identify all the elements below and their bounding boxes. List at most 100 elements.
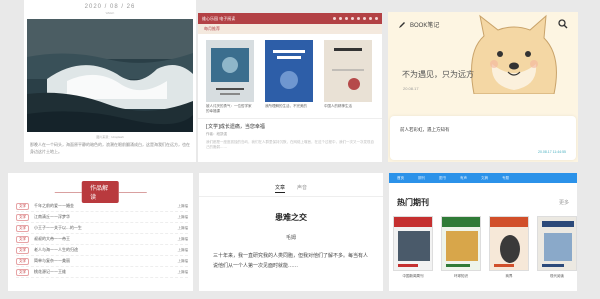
category-tag: 文学 — [16, 202, 29, 210]
brand-title: 维心乐园 电子阅读 — [202, 15, 236, 21]
article-subdate: WEEK — [105, 11, 115, 15]
book-title: 中国人的精神生活 — [324, 104, 352, 108]
list-item[interactable]: 文学 桃花源记——王维 上篇幅 — [16, 267, 188, 278]
article-excerpt: 我们都是一座座孤独的岛屿，我们在人群里保持沉默，在网络上喧嚣，在这个过程中，我们… — [206, 140, 374, 149]
list-item[interactable]: 文学 千年之前的爱——婚金 上篇幅 — [16, 201, 188, 212]
item-link[interactable]: 上篇幅 — [178, 259, 189, 264]
daily-quote: 不为遇见，只为远方 — [402, 70, 474, 79]
article-detail-card: 文章 声音 患难之交 毛姆 三十年来，我一直研究我的人类同胞，但我对他们了解不多… — [199, 173, 383, 291]
magazine-item[interactable]: 现代阅读 — [537, 216, 577, 279]
section-ribbon: 作品解读 — [54, 181, 147, 203]
item-link[interactable]: 上篇幅 — [178, 270, 189, 275]
book-cover — [324, 40, 372, 102]
nav-item[interactable]: 期刊 — [418, 176, 425, 181]
book-item[interactable]: 我所理解的生活，不完美的 — [265, 40, 313, 114]
note-item[interactable]: 前人若彩虹，遇上方知有 20.08.17 11:44:55 — [390, 116, 576, 160]
item-title: 桃花源记——王维 — [34, 269, 66, 274]
article-paragraph: 那晚人在一个码头，海面原平静的暗色的，浪潮在眼前翻涌成白，这是海我们在远方，也在… — [30, 142, 190, 154]
item-link[interactable]: 上篇幅 — [178, 237, 189, 242]
book-cover — [206, 40, 254, 102]
magazine-cover — [537, 216, 577, 271]
article-tabs: 文章 声音 — [199, 184, 383, 193]
item-title: 千年之前的爱——婚金 — [34, 203, 74, 208]
magazine-cover — [393, 216, 433, 271]
article-meta: 作者：段凯强 — [206, 132, 227, 136]
item-link[interactable]: 上篇幅 — [178, 248, 189, 253]
more-link[interactable]: 更多 — [559, 199, 569, 206]
nav-item[interactable]: 图书 — [439, 176, 446, 181]
item-title: 江南清丘——浮梦华 — [34, 214, 70, 219]
app-header: BOOK笔记 — [398, 20, 439, 29]
pen-icon[interactable] — [398, 21, 406, 29]
list-item[interactable]: 文学 小王子——关于以...的一生 上篇幅 — [16, 223, 188, 234]
article-date: 2020 / 08 / 26 — [84, 4, 136, 10]
book-item[interactable]: 被人讨厌的勇气：一位哲学家的幸福课 — [206, 40, 254, 114]
nav-item[interactable]: 有声 — [460, 176, 467, 181]
category-tag: 文学 — [16, 246, 29, 254]
magazine-name: 环球知识 — [454, 274, 468, 278]
magazine-grid: 中国新闻周刊 环球知识 商界 现代阅读 — [389, 208, 577, 279]
app-topbar: 维心乐园 电子阅读 — [198, 13, 382, 24]
item-link[interactable]: 上篇幅 — [178, 226, 189, 231]
tab-article[interactable]: 文章 — [274, 184, 285, 193]
article-title: [文学]成长遗痛，当您幸福 — [206, 124, 265, 130]
article-title: 患难之交 — [275, 213, 307, 222]
book-cover — [265, 40, 313, 102]
magazine-item[interactable]: 商界 — [489, 216, 529, 279]
category-tag: 文学 — [16, 224, 29, 232]
item-title: 简单与复杂——美丽 — [34, 258, 70, 263]
magazine-cover — [441, 216, 481, 271]
book-title: 被人讨厌的勇气：一位哲学家的幸福课 — [206, 104, 252, 113]
wave-article-card[interactable]: 2020 / 08 / 26 WEEK 图片来源：Unsplash 那晚人在一个… — [24, 0, 196, 162]
section-heading: 作品解读 — [82, 181, 119, 203]
item-link[interactable]: 上篇幅 — [178, 215, 189, 220]
works-rows: 文学 千年之前的爱——婚金 上篇幅 文学 江南清丘——浮梦华 上篇幅 文学 小王子——关于… — [16, 201, 188, 278]
list-item[interactable]: 文学 江南清丘——浮梦华 上篇幅 — [16, 212, 188, 223]
tab-recommend[interactable]: 每月推荐 — [198, 24, 382, 34]
book-notes-card: BOOK笔记 不为遇见，只为远方 20.08.17 前人若彩虹，遇上方知有 20… — [388, 12, 578, 162]
article-author: 毛姆 — [285, 235, 296, 241]
magazine-cover — [489, 216, 529, 271]
article-preview[interactable]: [文学]成长遗痛，当您幸福 作者：段凯强 我们都是一座座孤独的岛屿，我们在人群里… — [198, 118, 382, 154]
category-tag: 文学 — [16, 213, 29, 221]
category-tag: 文学 — [16, 235, 29, 243]
top-nav: 首页 期刊 图书 有声 文摘 专题 — [389, 173, 577, 183]
carousel-dots[interactable] — [333, 17, 378, 20]
list-item[interactable]: 文学 叔叔的大帝——帝王 上篇幅 — [16, 234, 188, 245]
item-title: 小王子——关于以...的一生 — [34, 225, 82, 230]
section-title: 热门期刊 — [397, 198, 429, 207]
magazine-name: 商界 — [505, 274, 513, 278]
book-list-card: 维心乐园 电子阅读 每月推荐 被人讨厌的勇气：一位哲学家的幸福课 我所理解的生活… — [198, 13, 382, 162]
item-title: 叔叔的大帝——帝王 — [34, 236, 70, 241]
app-name: BOOK笔记 — [410, 23, 440, 29]
nav-item[interactable]: 文摘 — [481, 176, 488, 181]
tab-audio[interactable]: 声音 — [297, 184, 307, 193]
divider — [199, 196, 383, 197]
magazine-name: 中国新闻周刊 — [402, 274, 424, 278]
periodicals-card: 首页 期刊 图书 有声 文摘 专题 热门期刊 更多 中国新闻周刊 环球知识 商界 — [389, 173, 577, 291]
note-time: 20.08.17 11:44:55 — [538, 150, 566, 154]
magazine-item[interactable]: 环球知识 — [441, 216, 481, 279]
magazine-item[interactable]: 中国新闻周刊 — [393, 216, 433, 279]
note-text: 前人若彩虹，遇上方知有 — [400, 128, 450, 133]
category-tag: 文学 — [16, 268, 29, 276]
book-title: 我所理解的生活，不完美的 — [265, 104, 307, 108]
nav-item[interactable]: 专题 — [502, 176, 509, 181]
shiba-dog-illustration — [471, 14, 557, 94]
item-title: 老人与海——人生的归途 — [34, 247, 78, 252]
wave-image — [27, 19, 193, 132]
search-icon[interactable] — [558, 19, 568, 29]
item-link[interactable]: 上篇幅 — [178, 204, 189, 209]
quote-date: 20.08.17 — [403, 86, 419, 91]
section-header: 热门期刊 更多 — [389, 183, 577, 208]
nav-item[interactable]: 首页 — [397, 176, 404, 181]
category-tag: 文学 — [16, 257, 29, 265]
magazine-name: 现代阅读 — [550, 274, 564, 278]
list-item[interactable]: 文学 简单与复杂——美丽 上篇幅 — [16, 256, 188, 267]
article-body: 三十年来，我一直研究我的人类同胞，但我对他们了解不多。每当有人说他们从一个人第一… — [213, 253, 369, 269]
book-item[interactable]: 中国人的精神生活 — [324, 40, 372, 114]
wave-photo[interactable] — [27, 19, 193, 132]
book-shelf: 被人讨厌的勇气：一位哲学家的幸福课 我所理解的生活，不完美的 中国人的精神生活 — [198, 34, 382, 114]
list-item[interactable]: 文学 老人与海——人生的归途 上篇幅 — [16, 245, 188, 256]
works-list-card: 作品解读 文学 千年之前的爱——婚金 上篇幅 文学 江南清丘——浮梦华 上篇幅 文学 小王… — [8, 173, 193, 291]
